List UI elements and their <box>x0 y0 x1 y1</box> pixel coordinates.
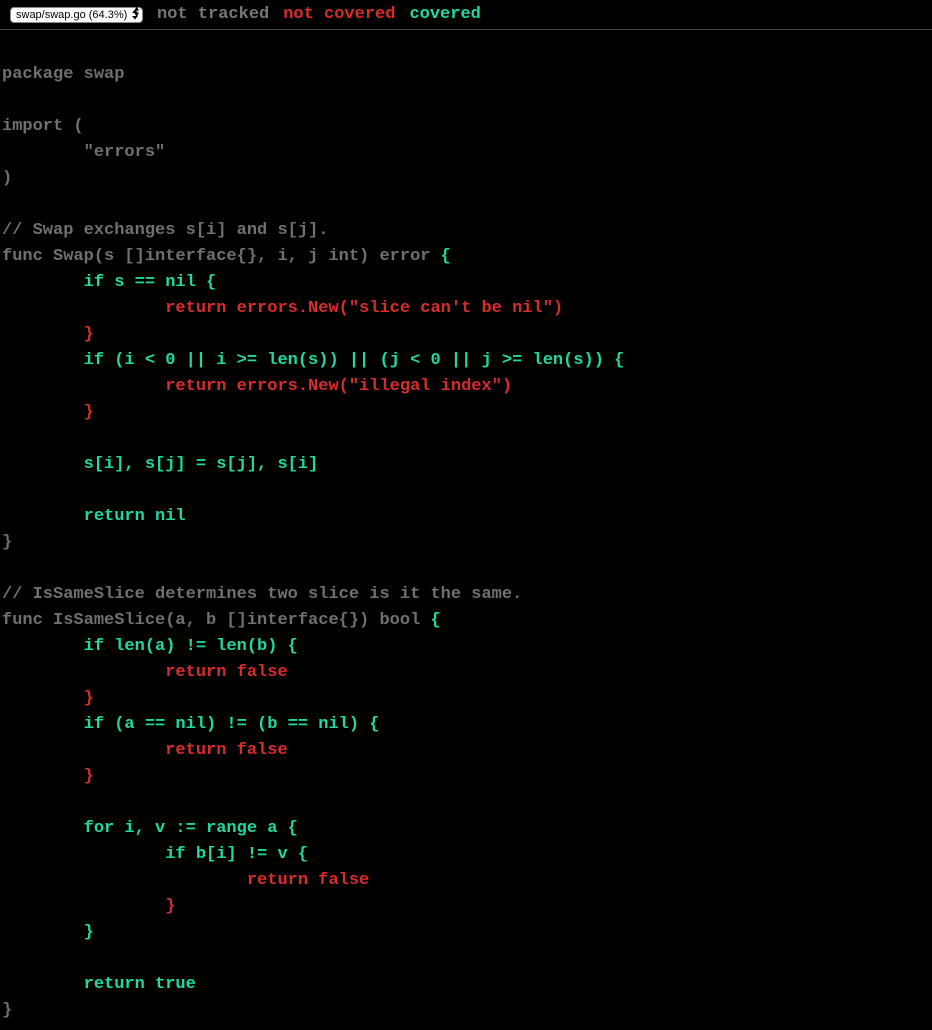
legend-not-covered: not covered <box>283 5 395 24</box>
code-line: } <box>2 923 94 942</box>
code-line: for i, v := range a { <box>2 819 298 838</box>
code-line: import ( <box>2 117 84 136</box>
code-seg: { <box>441 247 451 266</box>
code-line: } <box>2 325 94 344</box>
code-line: return errors.New("slice can't be nil") <box>2 299 563 318</box>
header-bar: swap/swap.go (64.3%) ▲▼ not tracked not … <box>0 0 932 30</box>
code-line: // Swap exchanges s[i] and s[j]. <box>2 221 328 240</box>
file-select-wrap: swap/swap.go (64.3%) ▲▼ <box>10 5 143 24</box>
code-line: if (a == nil) != (b == nil) { <box>2 715 379 734</box>
code-line: "errors" <box>2 143 165 162</box>
code-view: package swap import ( "errors" ) // Swap… <box>0 30 932 1030</box>
code-line: return nil <box>2 507 186 526</box>
code-line: // IsSameSlice determines two slice is i… <box>2 585 522 604</box>
code-line: return false <box>2 871 369 890</box>
code-seg: { <box>430 611 440 630</box>
code-line: return true <box>2 975 196 994</box>
code-line: } <box>2 533 12 552</box>
code-line: return false <box>2 663 288 682</box>
code-line: if (i < 0 || i >= len(s)) || (j < 0 || j… <box>2 351 624 370</box>
code-line: func IsSameSlice(a, b []interface{}) boo… <box>2 611 441 630</box>
code-line: ) <box>2 169 12 188</box>
code-line: } <box>2 767 94 786</box>
code-line: } <box>2 403 94 422</box>
code-line: } <box>2 1001 12 1020</box>
code-line: return false <box>2 741 288 760</box>
code-line: func Swap(s []interface{}, i, j int) err… <box>2 247 451 266</box>
file-selector[interactable]: swap/swap.go (64.3%) <box>10 7 143 23</box>
code-line: } <box>2 897 175 916</box>
code-line: if len(a) != len(b) { <box>2 637 298 656</box>
legend-not-tracked: not tracked <box>157 5 269 24</box>
code-line: return errors.New("illegal index") <box>2 377 512 396</box>
code-line: package swap <box>2 65 124 84</box>
legend-covered: covered <box>409 5 480 24</box>
code-line: } <box>2 689 94 708</box>
code-line: s[i], s[j] = s[j], s[i] <box>2 455 318 474</box>
code-seg: func Swap(s []interface{}, i, j int) err… <box>2 247 441 266</box>
code-line: if s == nil { <box>2 273 216 292</box>
code-seg: func IsSameSlice(a, b []interface{}) boo… <box>2 611 430 630</box>
code-line: if b[i] != v { <box>2 845 308 864</box>
